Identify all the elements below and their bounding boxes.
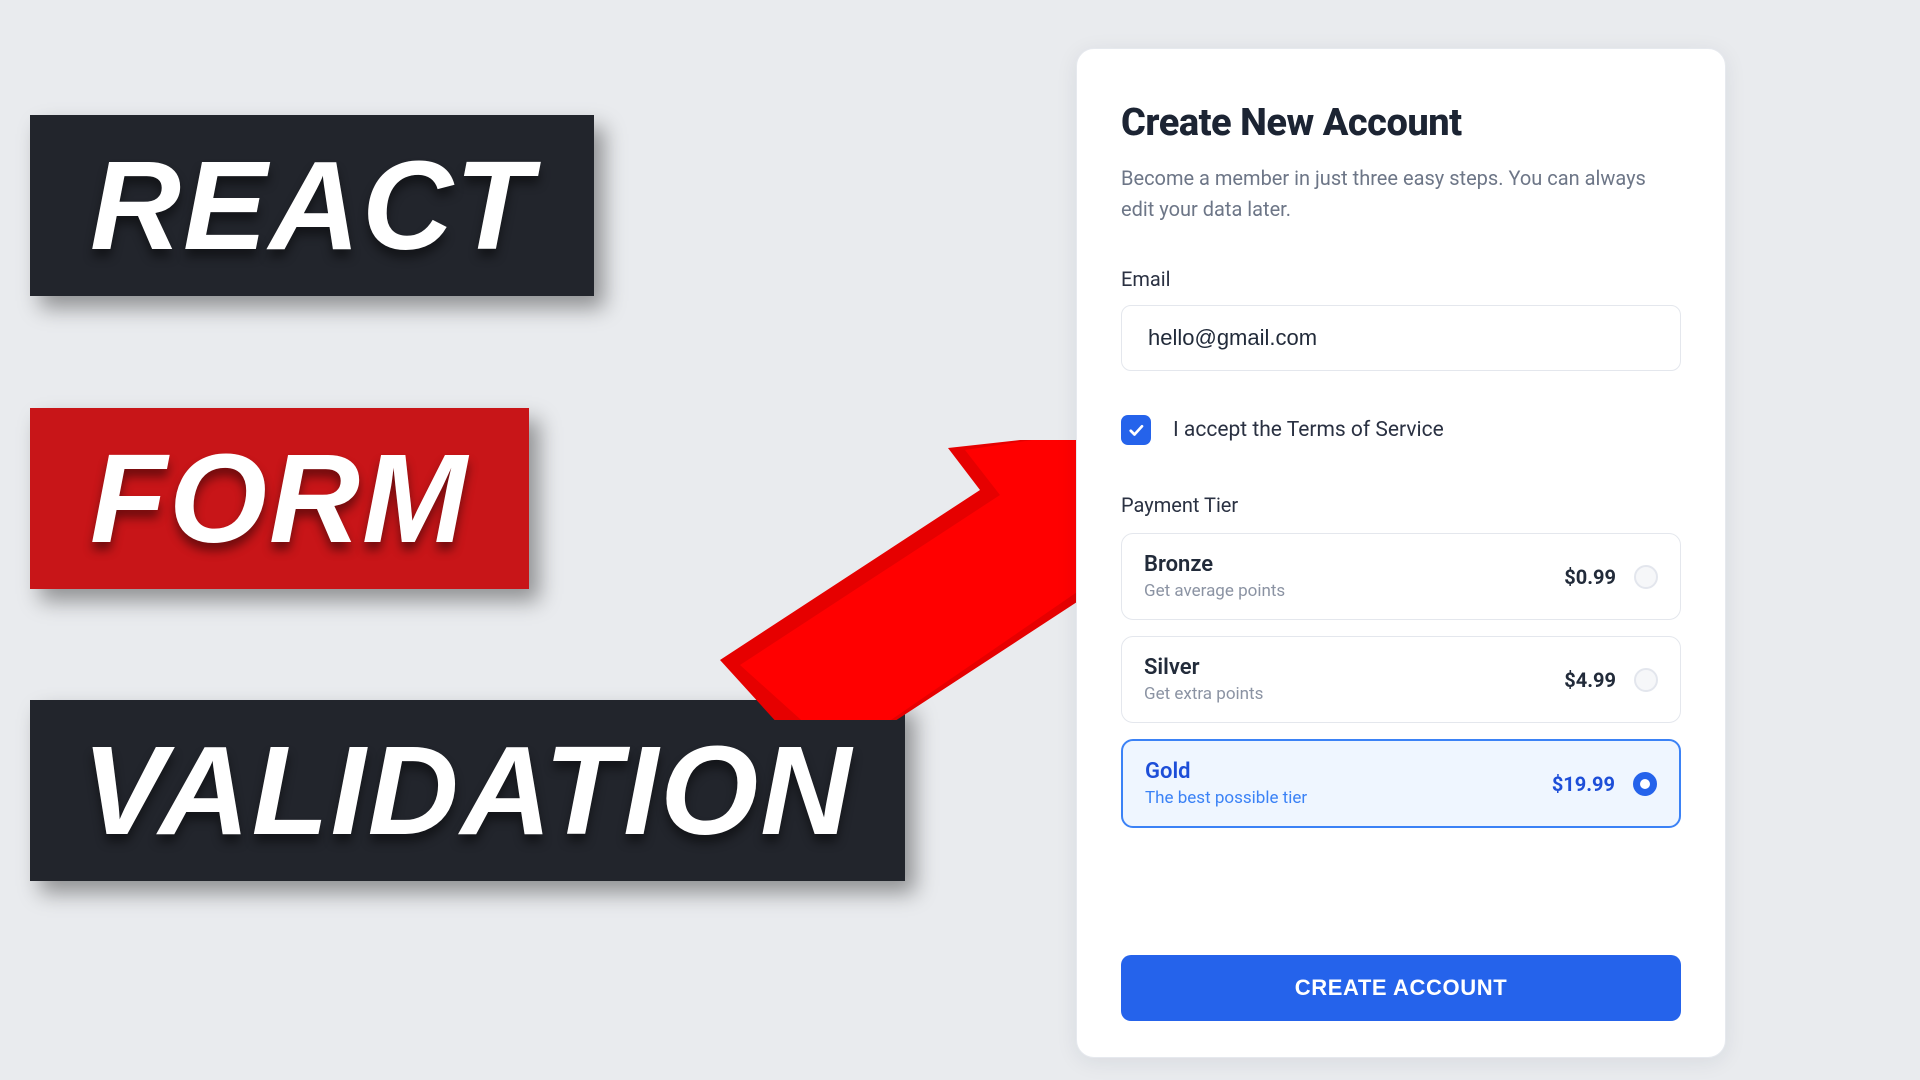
tier-desc: Get average points (1144, 581, 1285, 601)
tier-label: Payment Tier (1121, 493, 1681, 517)
email-field[interactable] (1121, 305, 1681, 371)
tier-option-bronze[interactable]: Bronze Get average points $0.99 (1121, 533, 1681, 620)
email-label: Email (1121, 267, 1681, 291)
signup-card: Create New Account Become a member in ju… (1076, 48, 1726, 1058)
banner-form-text: FORM (90, 426, 469, 571)
tier-desc: The best possible tier (1145, 788, 1307, 808)
tier-desc: Get extra points (1144, 684, 1263, 704)
tier-radio[interactable] (1634, 565, 1658, 589)
tier-option-silver[interactable]: Silver Get extra points $4.99 (1121, 636, 1681, 723)
tos-label: I accept the Terms of Service (1173, 418, 1444, 442)
tier-name: Bronze (1144, 552, 1285, 577)
form-subtitle: Become a member in just three easy steps… (1121, 163, 1681, 225)
tier-radio[interactable] (1633, 772, 1657, 796)
tier-radio[interactable] (1634, 668, 1658, 692)
tier-price: $19.99 (1552, 772, 1615, 796)
tier-price: $0.99 (1564, 565, 1616, 589)
banner-react: REACT (30, 115, 594, 296)
tier-name: Gold (1145, 759, 1307, 784)
banner-react-text: REACT (90, 133, 534, 278)
create-account-button[interactable]: CREATE ACCOUNT (1121, 955, 1681, 1021)
banner-form: FORM (30, 408, 529, 589)
banner-validation: VALIDATION (30, 700, 905, 881)
check-icon (1127, 421, 1145, 439)
form-title: Create New Account (1121, 101, 1681, 145)
tier-name: Silver (1144, 655, 1263, 680)
tos-checkbox[interactable] (1121, 415, 1151, 445)
tier-option-gold[interactable]: Gold The best possible tier $19.99 (1121, 739, 1681, 828)
banner-validation-text: VALIDATION (82, 718, 853, 863)
tier-price: $4.99 (1564, 668, 1616, 692)
